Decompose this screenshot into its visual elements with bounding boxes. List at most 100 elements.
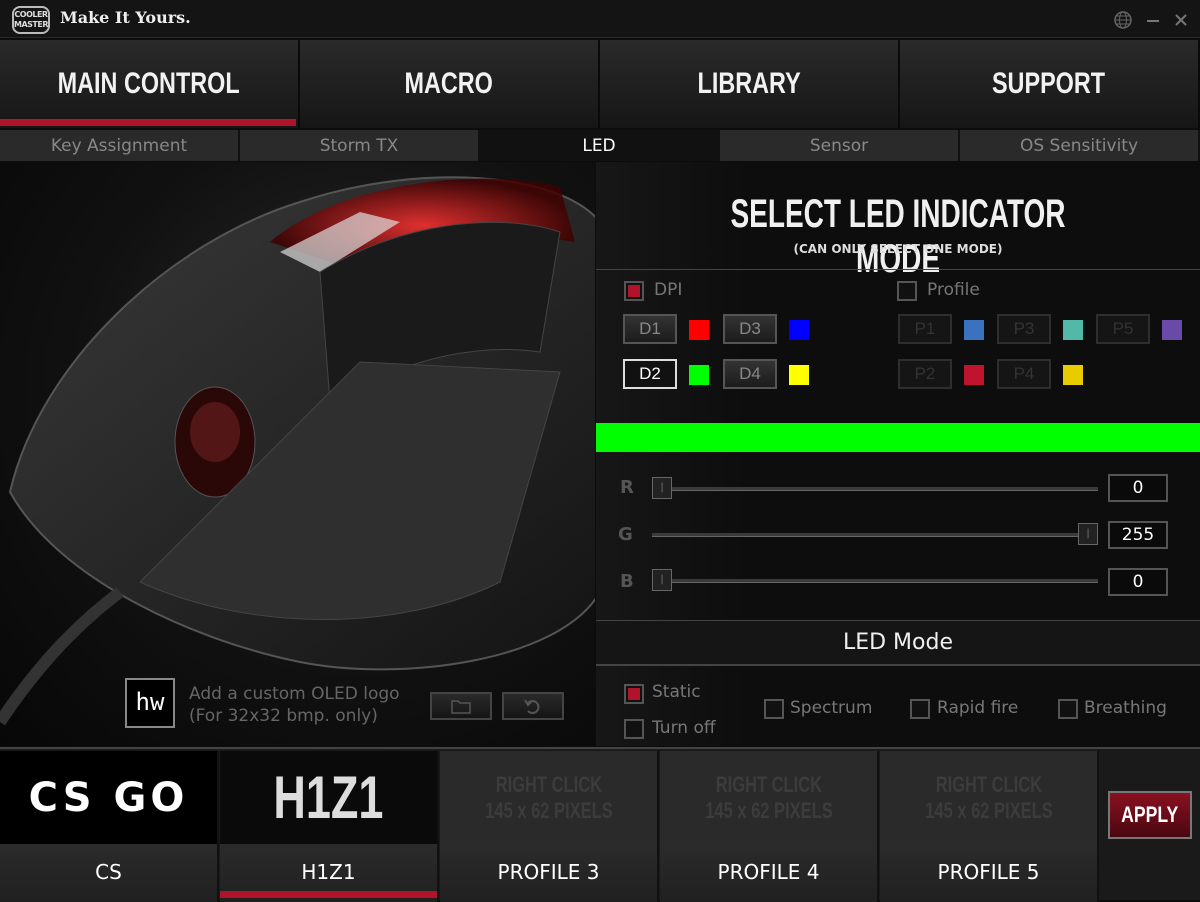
- divider: [596, 269, 1200, 270]
- r-label: R: [620, 477, 634, 498]
- reset-logo-button[interactable]: [502, 692, 564, 720]
- placeholder-text: 145 x 62 PIXELS: [924, 797, 1053, 823]
- oled-line-1: Add a custom OLED logo: [189, 684, 400, 704]
- g-label: G: [618, 524, 633, 545]
- spectrum-label: Spectrum: [790, 698, 873, 718]
- led-mode-header: LED Mode: [596, 620, 1200, 666]
- led-settings-panel: SELECT LED INDICATOR MODE (CAN ONLY SELE…: [596, 162, 1200, 746]
- reset-icon: [524, 699, 540, 714]
- cs-go-logo: CS GO: [0, 751, 217, 844]
- placeholder-text: 145 x 62 PIXELS: [484, 797, 613, 823]
- b-slider-track[interactable]: [652, 579, 1098, 583]
- cooler-master-logo: COOLER MASTER: [12, 6, 50, 34]
- sub-tabs: Key Assignment Storm TX LED Sensor OS Se…: [0, 130, 1200, 161]
- tab-support[interactable]: SUPPORT: [900, 40, 1200, 128]
- b-slider-thumb[interactable]: |: [652, 569, 672, 591]
- p5-color-swatch[interactable]: [1162, 320, 1182, 340]
- image-placeholder[interactable]: RIGHT CLICK 145 x 62 PIXELS: [880, 751, 1097, 844]
- profile-name: CS: [0, 844, 217, 902]
- profile-slot-cs[interactable]: CS GO CS: [0, 751, 219, 902]
- r-slider-track[interactable]: [652, 487, 1098, 491]
- subtab-os-sensitivity[interactable]: OS Sensitivity: [960, 130, 1200, 161]
- profile-p2-button[interactable]: P2: [898, 359, 952, 389]
- oled-instructions: Add a custom OLED logo (For 32x32 bmp. o…: [189, 683, 400, 727]
- d2-color-swatch[interactable]: [689, 365, 709, 385]
- apply-button[interactable]: APPLY: [1108, 791, 1192, 839]
- close-icon[interactable]: [1171, 10, 1191, 30]
- subtab-key-assignment[interactable]: Key Assignment: [0, 130, 240, 161]
- title-bar: COOLER MASTER Make It Yours.: [0, 0, 1200, 38]
- static-checkbox[interactable]: [624, 684, 644, 704]
- dpi-d4-button[interactable]: D4: [723, 359, 777, 389]
- mouse-preview-panel: hw Add a custom OLED logo (For 32x32 bmp…: [0, 162, 595, 746]
- cs-go-logo-text: CS GO: [28, 774, 189, 821]
- breathing-checkbox[interactable]: [1058, 699, 1078, 719]
- p1-color-swatch[interactable]: [964, 320, 984, 340]
- image-placeholder[interactable]: RIGHT CLICK 145 x 62 PIXELS: [660, 751, 877, 844]
- p2-color-swatch[interactable]: [964, 365, 984, 385]
- static-label: Static: [652, 682, 701, 702]
- profile-p3-button[interactable]: P3: [997, 314, 1051, 344]
- d4-color-swatch[interactable]: [789, 365, 809, 385]
- placeholder-text: RIGHT CLICK: [495, 771, 602, 797]
- minimize-icon[interactable]: [1143, 10, 1163, 30]
- r-slider-thumb[interactable]: |: [652, 477, 672, 499]
- subtab-storm-tx[interactable]: Storm TX: [240, 130, 480, 161]
- rapid-fire-label: Rapid fire: [937, 698, 1019, 718]
- subtab-sensor[interactable]: Sensor: [720, 130, 960, 161]
- g-slider-thumb[interactable]: |: [1078, 523, 1098, 545]
- tab-label: MAIN CONTROL: [58, 67, 240, 100]
- profile-slot-3[interactable]: RIGHT CLICK 145 x 62 PIXELS PROFILE 3: [440, 751, 659, 902]
- tab-label: MACRO: [404, 67, 494, 100]
- g-slider-track[interactable]: [652, 533, 1098, 537]
- d3-color-swatch[interactable]: [789, 320, 809, 340]
- placeholder-text: 145 x 62 PIXELS: [704, 797, 833, 823]
- mouse-image: [0, 176, 595, 726]
- turn-off-label: Turn off: [652, 718, 716, 738]
- profile-slot-5[interactable]: RIGHT CLICK 145 x 62 PIXELS PROFILE 5: [880, 751, 1099, 902]
- oled-line-2: (For 32x32 bmp. only): [189, 706, 378, 726]
- tab-library[interactable]: LIBRARY: [600, 40, 900, 128]
- rapid-fire-checkbox[interactable]: [910, 699, 930, 719]
- p4-color-swatch[interactable]: [1063, 365, 1083, 385]
- profile-label: Profile: [927, 280, 980, 300]
- browse-logo-button[interactable]: [430, 692, 492, 720]
- subtab-led[interactable]: LED: [480, 130, 720, 161]
- profile-name: PROFILE 5: [880, 844, 1097, 902]
- r-value-input[interactable]: 0: [1108, 474, 1168, 502]
- dpi-d2-button[interactable]: D2: [623, 359, 677, 389]
- profile-p5-button[interactable]: P5: [1096, 314, 1150, 344]
- dpi-checkbox[interactable]: [624, 281, 644, 301]
- dpi-d3-button[interactable]: D3: [723, 314, 777, 344]
- profile-slot-h1z1[interactable]: H1Z1 H1Z1: [220, 751, 439, 902]
- h1z1-logo: H1Z1: [220, 751, 437, 844]
- b-value-input[interactable]: 0: [1108, 568, 1168, 596]
- tab-label: SUPPORT: [992, 67, 1106, 100]
- turn-off-checkbox[interactable]: [624, 719, 644, 739]
- tab-main-control[interactable]: MAIN CONTROL: [0, 40, 300, 128]
- breathing-label: Breathing: [1084, 698, 1167, 718]
- image-placeholder[interactable]: RIGHT CLICK 145 x 62 PIXELS: [440, 751, 657, 844]
- apply-label: APPLY: [1121, 802, 1179, 827]
- profile-checkbox[interactable]: [897, 281, 917, 301]
- globe-icon[interactable]: [1113, 10, 1133, 30]
- dpi-d1-button[interactable]: D1: [623, 314, 677, 344]
- spectrum-checkbox[interactable]: [764, 699, 784, 719]
- main-tabs: MAIN CONTROL MACRO LIBRARY SUPPORT: [0, 40, 1200, 128]
- profile-slot-4[interactable]: RIGHT CLICK 145 x 62 PIXELS PROFILE 4: [660, 751, 879, 902]
- app-title: Make It Yours.: [60, 8, 191, 27]
- led-indicator-subtitle: (CAN ONLY SELECT ONE MODE): [793, 242, 1003, 256]
- d1-color-swatch[interactable]: [689, 320, 709, 340]
- g-value-input[interactable]: 255: [1108, 521, 1168, 549]
- dpi-label: DPI: [654, 280, 683, 300]
- tab-macro[interactable]: MACRO: [300, 40, 600, 128]
- p3-color-swatch[interactable]: [1063, 320, 1083, 340]
- folder-icon: [451, 700, 471, 714]
- placeholder-text: RIGHT CLICK: [935, 771, 1042, 797]
- profile-bar: CS GO CS H1Z1 H1Z1 RIGHT CLICK 145 x 62 P…: [0, 747, 1200, 902]
- color-preview-bar: [596, 423, 1200, 452]
- profile-p1-button[interactable]: P1: [898, 314, 952, 344]
- profile-p4-button[interactable]: P4: [997, 359, 1051, 389]
- tab-label: LIBRARY: [697, 67, 801, 100]
- oled-logo-preview: hw: [125, 678, 175, 728]
